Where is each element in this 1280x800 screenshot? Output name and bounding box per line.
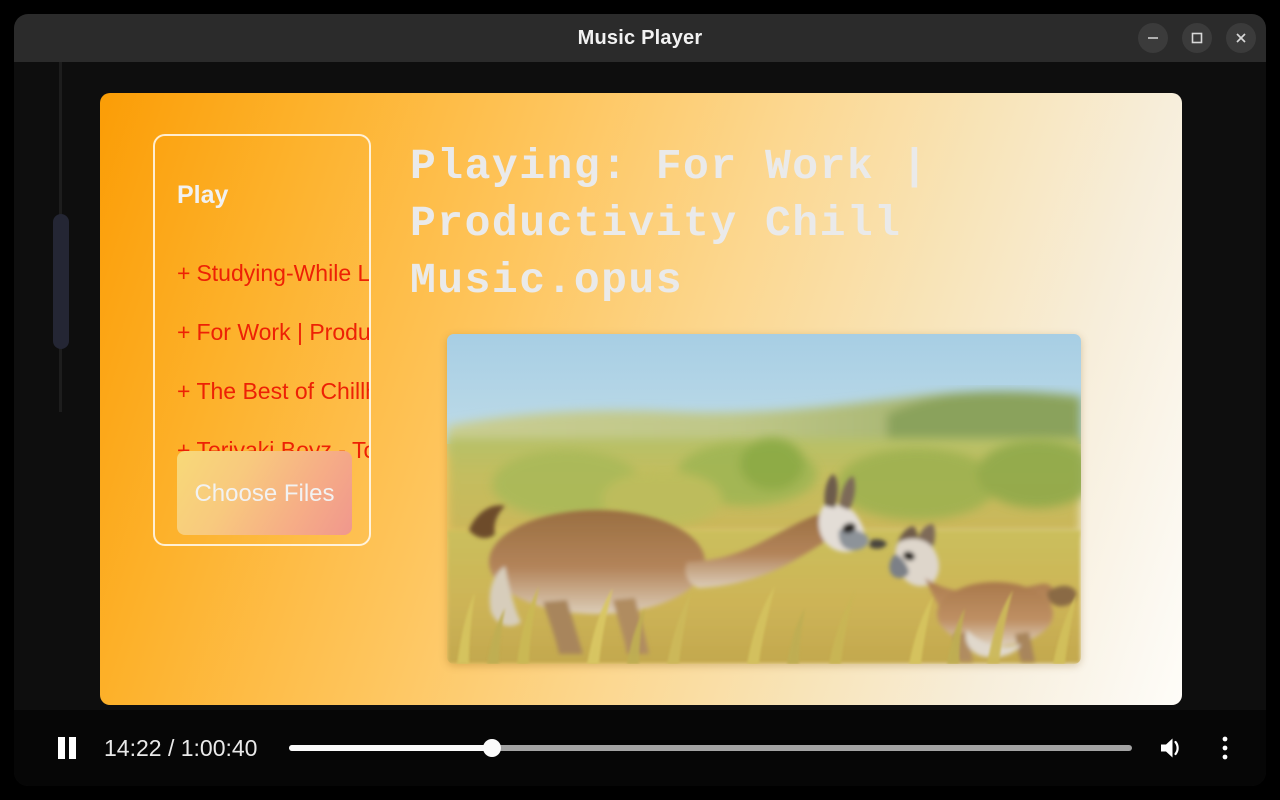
close-icon bbox=[1236, 33, 1246, 43]
seek-progress-fill bbox=[289, 745, 492, 751]
add-icon: + bbox=[177, 378, 191, 404]
maximize-button[interactable] bbox=[1182, 23, 1212, 53]
time-display: 14:22 / 1:00:40 bbox=[104, 734, 258, 761]
choose-files-button[interactable]: Choose Files bbox=[177, 451, 352, 535]
seek-bar[interactable] bbox=[289, 733, 1132, 763]
playlist-heading: Play bbox=[177, 181, 229, 209]
window-title: Music Player bbox=[577, 27, 703, 49]
volume-on-icon bbox=[1161, 738, 1179, 758]
title-bar: Music Player bbox=[14, 14, 1266, 62]
app-window: Music Player Play + Studying-While L + F… bbox=[14, 14, 1266, 786]
more-options-button[interactable] bbox=[1208, 728, 1242, 768]
playlist-item[interactable]: +Studying-While Listening To Lofi Beats bbox=[177, 244, 371, 303]
add-icon: + bbox=[177, 319, 191, 345]
player-body: Play +Studying-While Listening To Lofi B… bbox=[14, 62, 1266, 710]
playlist-item-label: Studying-While Listening To Lofi Beats bbox=[196, 260, 371, 286]
playlist-item[interactable]: +For Work | Productivity Chill Music bbox=[177, 303, 371, 362]
playlist-item[interactable]: +The Best of Chillhop Essentials bbox=[177, 362, 369, 421]
now-playing-title: Playing: For Work | Productivity Chill M… bbox=[410, 142, 929, 305]
pause-icon bbox=[58, 737, 76, 759]
seek-thumb[interactable] bbox=[482, 739, 501, 757]
album-artwork bbox=[447, 334, 1081, 664]
close-button[interactable] bbox=[1226, 23, 1256, 53]
vertical-scrollbar-thumb[interactable] bbox=[53, 214, 69, 349]
playlist-list: +Studying-While Listening To Lofi Beats … bbox=[177, 244, 371, 480]
add-icon: + bbox=[177, 260, 191, 286]
volume-button[interactable] bbox=[1152, 728, 1192, 768]
minimize-icon bbox=[1148, 37, 1158, 39]
minimize-button[interactable] bbox=[1138, 23, 1168, 53]
playlist-item-label: The Best of Chillhop Essentials bbox=[196, 378, 369, 404]
guanaco-field-image bbox=[447, 334, 1081, 664]
playlist-panel: Play +Studying-While Listening To Lofi B… bbox=[153, 134, 371, 546]
maximize-icon bbox=[1191, 32, 1203, 44]
playlist-item-label: For Work | Productivity Chill Music bbox=[196, 319, 371, 345]
content-panel: Play +Studying-While Listening To Lofi B… bbox=[100, 93, 1182, 705]
more-vertical-icon bbox=[1222, 736, 1228, 760]
play-pause-button[interactable] bbox=[50, 731, 84, 765]
playback-control-bar: 14:22 / 1:00:40 bbox=[14, 710, 1266, 786]
